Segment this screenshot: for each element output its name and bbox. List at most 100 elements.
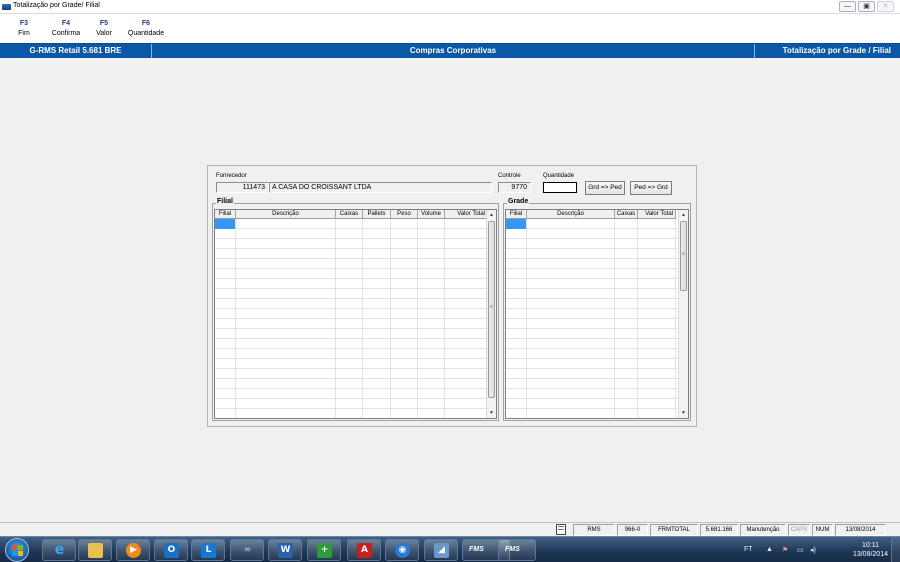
table-cell[interactable] bbox=[615, 409, 638, 418]
column-header[interactable]: Valor Total bbox=[445, 210, 488, 218]
table-cell[interactable] bbox=[527, 329, 615, 339]
table-cell[interactable] bbox=[638, 349, 676, 359]
table-cell[interactable] bbox=[527, 389, 615, 399]
table-cell[interactable] bbox=[638, 229, 676, 239]
column-header[interactable]: Caixas bbox=[336, 210, 363, 218]
table-cell[interactable] bbox=[236, 359, 336, 369]
table-cell[interactable] bbox=[445, 399, 488, 409]
table-cell[interactable] bbox=[615, 219, 638, 229]
table-cell[interactable] bbox=[638, 359, 676, 369]
fkey-quantidade[interactable]: F6 Quantidade bbox=[121, 14, 171, 43]
table-row[interactable] bbox=[506, 409, 678, 418]
table-cell[interactable] bbox=[506, 229, 527, 239]
table-cell[interactable] bbox=[506, 389, 527, 399]
table-row[interactable] bbox=[506, 319, 678, 329]
table-cell[interactable] bbox=[506, 269, 527, 279]
table-row[interactable] bbox=[215, 349, 488, 359]
column-header[interactable]: Filial bbox=[506, 210, 527, 218]
table-cell[interactable] bbox=[363, 309, 391, 319]
table-cell[interactable] bbox=[336, 409, 363, 418]
table-cell[interactable] bbox=[445, 259, 488, 269]
table-row[interactable] bbox=[506, 279, 678, 289]
table-cell[interactable] bbox=[615, 259, 638, 269]
table-cell[interactable] bbox=[236, 289, 336, 299]
table-cell[interactable] bbox=[363, 239, 391, 249]
table-cell[interactable] bbox=[336, 229, 363, 239]
table-cell[interactable] bbox=[363, 339, 391, 349]
table-cell[interactable] bbox=[445, 369, 488, 379]
table-cell[interactable] bbox=[363, 389, 391, 399]
table-row[interactable] bbox=[506, 299, 678, 309]
column-header[interactable]: Descrição bbox=[527, 210, 615, 218]
table-cell[interactable] bbox=[215, 389, 236, 399]
table-cell[interactable] bbox=[236, 299, 336, 309]
table-cell[interactable] bbox=[527, 269, 615, 279]
table-cell[interactable] bbox=[445, 329, 488, 339]
table-cell[interactable] bbox=[506, 279, 527, 289]
table-cell[interactable] bbox=[391, 399, 418, 409]
table-cell[interactable] bbox=[363, 409, 391, 418]
fkey-confirma[interactable]: F4 Confirma bbox=[45, 14, 87, 43]
table-cell[interactable] bbox=[527, 339, 615, 349]
scroll-up-icon[interactable]: ▲ bbox=[679, 210, 688, 220]
table-cell[interactable] bbox=[638, 239, 676, 249]
table-cell[interactable] bbox=[638, 369, 676, 379]
taskbar-explorer[interactable] bbox=[78, 539, 112, 561]
table-cell[interactable] bbox=[506, 219, 527, 229]
table-cell[interactable] bbox=[363, 299, 391, 309]
taskbar-app2[interactable]: ◢ bbox=[424, 539, 458, 561]
filial-grid-scrollbar[interactable]: ▲ ≡ ▼ bbox=[486, 210, 496, 418]
table-row[interactable] bbox=[215, 259, 488, 269]
table-cell[interactable] bbox=[391, 299, 418, 309]
table-cell[interactable] bbox=[391, 369, 418, 379]
table-row[interactable] bbox=[506, 249, 678, 259]
table-cell[interactable] bbox=[638, 379, 676, 389]
table-cell[interactable] bbox=[506, 399, 527, 409]
table-cell[interactable] bbox=[363, 279, 391, 289]
table-cell[interactable] bbox=[363, 289, 391, 299]
table-row[interactable] bbox=[215, 359, 488, 369]
table-row[interactable] bbox=[506, 259, 678, 269]
table-row[interactable] bbox=[506, 309, 678, 319]
network-icon[interactable]: ▭ bbox=[797, 546, 804, 554]
table-cell[interactable] bbox=[215, 399, 236, 409]
table-cell[interactable] bbox=[418, 389, 445, 399]
table-cell[interactable] bbox=[236, 239, 336, 249]
scroll-up-icon[interactable]: ▲ bbox=[487, 210, 496, 220]
table-cell[interactable] bbox=[336, 349, 363, 359]
table-cell[interactable] bbox=[391, 329, 418, 339]
table-cell[interactable] bbox=[418, 239, 445, 249]
table-cell[interactable] bbox=[506, 319, 527, 329]
table-cell[interactable] bbox=[363, 259, 391, 269]
table-cell[interactable] bbox=[418, 269, 445, 279]
language-indicator[interactable]: FT bbox=[744, 546, 753, 553]
table-cell[interactable] bbox=[215, 329, 236, 339]
table-row[interactable] bbox=[506, 399, 678, 409]
table-cell[interactable] bbox=[418, 289, 445, 299]
table-row[interactable] bbox=[506, 379, 678, 389]
taskbar-word[interactable]: W bbox=[268, 539, 302, 561]
table-cell[interactable] bbox=[615, 229, 638, 239]
quantidade-input[interactable] bbox=[543, 182, 577, 193]
minimize-button[interactable]: — bbox=[839, 1, 856, 12]
table-cell[interactable] bbox=[445, 409, 488, 418]
table-cell[interactable] bbox=[506, 289, 527, 299]
table-cell[interactable] bbox=[363, 249, 391, 259]
table-cell[interactable] bbox=[215, 299, 236, 309]
table-cell[interactable] bbox=[615, 399, 638, 409]
table-cell[interactable] bbox=[506, 349, 527, 359]
table-cell[interactable] bbox=[638, 399, 676, 409]
table-cell[interactable] bbox=[391, 319, 418, 329]
fkey-fim[interactable]: F3 Fim bbox=[3, 14, 45, 43]
table-cell[interactable] bbox=[236, 349, 336, 359]
table-cell[interactable] bbox=[215, 309, 236, 319]
table-row[interactable] bbox=[506, 349, 678, 359]
column-header[interactable]: Volume bbox=[418, 210, 445, 218]
table-cell[interactable] bbox=[615, 309, 638, 319]
table-cell[interactable] bbox=[236, 379, 336, 389]
table-cell[interactable] bbox=[527, 279, 615, 289]
table-cell[interactable] bbox=[336, 339, 363, 349]
table-cell[interactable] bbox=[418, 399, 445, 409]
table-cell[interactable] bbox=[215, 379, 236, 389]
table-cell[interactable] bbox=[391, 289, 418, 299]
